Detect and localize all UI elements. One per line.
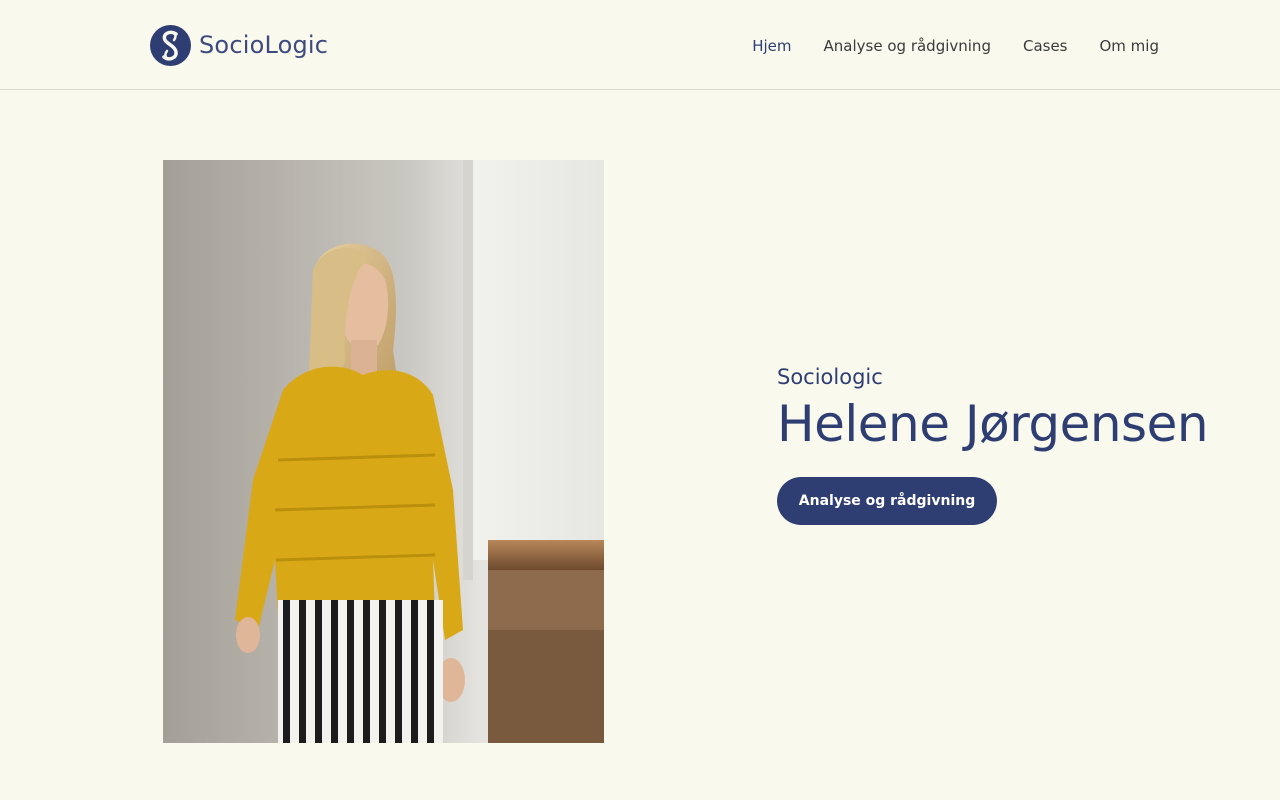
main-nav: Hjem Analyse og rådgivning Cases Om mig [752,35,1159,57]
site-header: SocioLogic Hjem Analyse og rådgivning Ca… [0,0,1280,90]
analyse-cta-button[interactable]: Analyse og rådgivning [777,477,997,525]
logo-text: SocioLogic [199,31,329,59]
logo-link[interactable]: SocioLogic [150,24,328,66]
nav-item-cases[interactable]: Cases [1023,35,1068,57]
nav-item-om-mig[interactable]: Om mig [1100,35,1160,57]
s-monogram-logo-icon [150,24,191,66]
nav-item-hjem[interactable]: Hjem [752,35,791,57]
hero-intro: Sociologic Helene Jørgensen Analyse og r… [777,364,1257,525]
hero-name: Helene Jørgensen [777,395,1209,453]
hero-kicker: Sociologic [777,365,883,389]
nav-item-analyse[interactable]: Analyse og rådgivning [824,35,991,57]
portrait-photo [163,160,604,743]
